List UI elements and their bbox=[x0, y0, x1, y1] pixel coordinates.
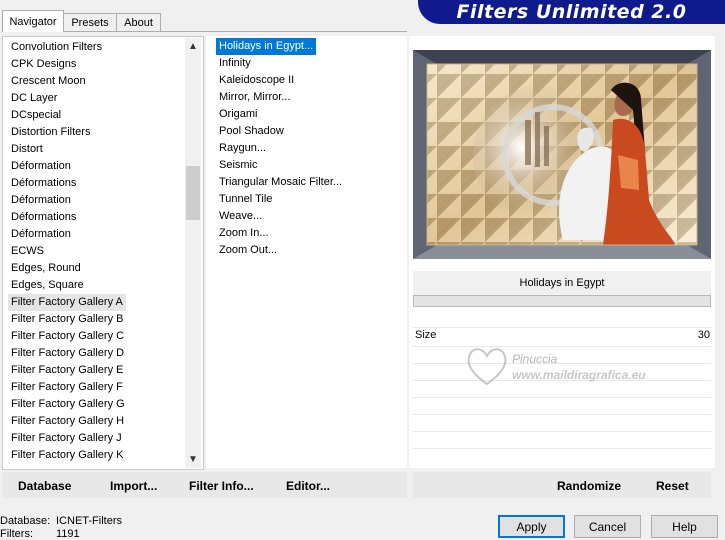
filter-item[interactable]: Weave... bbox=[219, 208, 262, 225]
tab-about[interactable]: About bbox=[116, 13, 161, 31]
cancel-label: Cancel bbox=[588, 519, 627, 534]
status-filters-label: Filters: bbox=[0, 528, 33, 540]
import-button[interactable]: Import... bbox=[110, 479, 157, 493]
category-item[interactable]: Filter Factory Gallery J bbox=[11, 430, 122, 447]
preview-artwork bbox=[413, 50, 711, 259]
filter-name-bar: Holidays in Egypt bbox=[413, 271, 711, 295]
database-button[interactable]: Database bbox=[18, 479, 71, 493]
filter-item[interactable]: Infinity bbox=[219, 55, 251, 72]
category-item[interactable]: Filter Factory Gallery H bbox=[11, 413, 124, 430]
category-item[interactable]: Filter Factory Gallery B bbox=[11, 311, 123, 328]
filter-item[interactable]: Raygun... bbox=[219, 140, 266, 157]
filter-item[interactable]: Mirror, Mirror... bbox=[219, 89, 291, 106]
filter-item[interactable]: Origami bbox=[219, 106, 258, 123]
category-item[interactable]: Filter Factory Gallery A bbox=[8, 294, 126, 311]
category-item[interactable]: Filter Factory Gallery F bbox=[11, 379, 123, 396]
status-database-label: Database: bbox=[0, 515, 51, 527]
category-item[interactable]: Déformations bbox=[11, 209, 76, 226]
category-item[interactable]: Distort bbox=[11, 141, 43, 158]
filter-list[interactable]: Holidays in Egypt... Infinity Kaleidoscope… bbox=[206, 36, 407, 468]
category-item[interactable]: Déformation bbox=[11, 192, 71, 209]
param-divider bbox=[413, 431, 711, 432]
status-database-value: ICNET-Filters bbox=[56, 515, 122, 527]
category-item[interactable]: Edges, Square bbox=[11, 277, 84, 294]
banner-title: Filters Unlimited 2.0 bbox=[456, 1, 687, 23]
param-size-label: Size bbox=[415, 329, 437, 341]
filter-item[interactable]: Zoom In... bbox=[219, 225, 269, 242]
scroll-thumb[interactable] bbox=[186, 166, 200, 220]
editor-button[interactable]: Editor... bbox=[286, 479, 330, 493]
category-scrollbar[interactable]: ▲ ▼ bbox=[185, 38, 201, 468]
help-button[interactable]: Help bbox=[651, 515, 718, 538]
filter-item[interactable]: Triangular Mosaic Filter... bbox=[219, 174, 342, 191]
category-item[interactable]: Edges, Round bbox=[11, 260, 81, 277]
watermark-url: www.maildiragrafica.eu bbox=[512, 368, 646, 382]
category-item[interactable]: Déformation bbox=[11, 158, 71, 175]
filter-info-button[interactable]: Filter Info... bbox=[189, 479, 254, 493]
tab-navigator[interactable]: Navigator bbox=[2, 10, 64, 32]
watermark-name: Pinuccia bbox=[512, 352, 558, 366]
apply-button[interactable]: Apply bbox=[498, 515, 565, 538]
category-list[interactable]: Convolution Filters CPK Designs Crescent M… bbox=[2, 36, 204, 470]
reset-button[interactable]: Reset bbox=[656, 479, 689, 493]
param-divider bbox=[413, 327, 711, 328]
tab-presets[interactable]: Presets bbox=[63, 13, 117, 31]
category-item[interactable]: Filter Factory Gallery G bbox=[11, 396, 125, 413]
apply-label: Apply bbox=[516, 519, 547, 534]
category-item[interactable]: Déformations bbox=[11, 175, 76, 192]
category-item[interactable]: ECWS bbox=[11, 243, 44, 260]
scroll-down-icon[interactable]: ▼ bbox=[188, 454, 198, 465]
filter-item[interactable]: Pool Shadow bbox=[219, 123, 284, 140]
filter-item[interactable]: Holidays in Egypt... bbox=[216, 38, 317, 55]
filter-item[interactable]: Kaleidoscope II bbox=[219, 72, 294, 89]
param-divider bbox=[413, 448, 711, 449]
preview-image bbox=[413, 50, 711, 259]
heart-swirl-icon bbox=[467, 348, 507, 386]
category-item[interactable]: Filter Factory Gallery E bbox=[11, 362, 123, 379]
watermark: Pinuccia www.maildiragrafica.eu bbox=[462, 340, 702, 400]
param-divider bbox=[413, 414, 711, 415]
category-item[interactable]: Filter Factory Gallery C bbox=[11, 328, 124, 345]
category-item[interactable]: DCspecial bbox=[11, 107, 61, 124]
category-item[interactable]: Crescent Moon bbox=[11, 73, 86, 90]
category-item[interactable]: Filter Factory Gallery K bbox=[11, 447, 123, 464]
tab-presets-label: Presets bbox=[71, 16, 109, 29]
category-item[interactable]: Distortion Filters bbox=[11, 124, 90, 141]
filter-item[interactable]: Seismic bbox=[219, 157, 258, 174]
category-item[interactable]: DC Layer bbox=[11, 90, 57, 107]
category-item[interactable]: Déformation bbox=[11, 226, 71, 243]
randomize-button[interactable]: Randomize bbox=[557, 479, 621, 493]
title-banner: Filters Unlimited 2.0 bbox=[418, 0, 725, 24]
filter-name-label: Holidays in Egypt bbox=[519, 277, 605, 289]
cancel-button[interactable]: Cancel bbox=[574, 515, 641, 538]
help-label: Help bbox=[672, 519, 697, 534]
tab-about-label: About bbox=[124, 16, 153, 29]
category-item[interactable]: Convolution Filters bbox=[11, 39, 102, 56]
filter-item[interactable]: Zoom Out... bbox=[219, 242, 277, 259]
category-item[interactable]: CPK Designs bbox=[11, 56, 76, 73]
scroll-up-icon[interactable]: ▲ bbox=[188, 41, 198, 52]
filter-item[interactable]: Tunnel Tile bbox=[219, 191, 272, 208]
progress-bar bbox=[413, 295, 711, 307]
category-item[interactable]: Filter Factory Gallery D bbox=[11, 345, 124, 362]
status-filters-value: 1191 bbox=[56, 528, 80, 540]
tab-navigator-label: Navigator bbox=[9, 15, 57, 28]
